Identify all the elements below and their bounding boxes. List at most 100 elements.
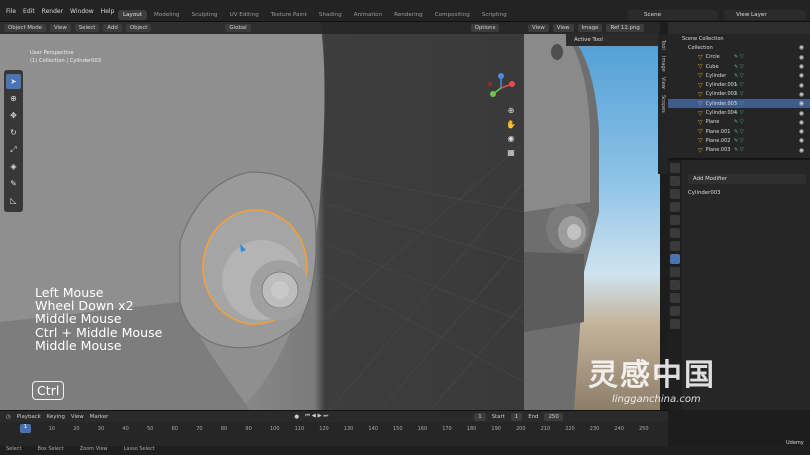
menu-select[interactable]: Select xyxy=(74,24,100,32)
tab-layout[interactable]: Layout xyxy=(118,10,148,20)
ruler-tick-label: 20 xyxy=(73,426,80,432)
tab-scripting[interactable]: Scripting xyxy=(477,10,512,20)
outliner-item[interactable]: ▽ Cube ✎ ▽ ◉ xyxy=(668,62,810,71)
side-tab-scopes[interactable]: Scopes xyxy=(660,95,666,113)
outliner-item[interactable]: ▽ Plane.003 ✎ ▽ ◉ xyxy=(668,146,810,155)
eye-icon[interactable]: ◉ xyxy=(799,54,804,61)
eye-icon[interactable]: ◉ xyxy=(799,91,804,98)
side-tab-view[interactable]: View xyxy=(660,77,666,89)
tab-uv-editing[interactable]: UV Editing xyxy=(225,10,264,20)
start-frame-field[interactable]: 1 xyxy=(510,412,523,421)
tab-texture-paint[interactable]: Texture Paint xyxy=(266,10,312,20)
options-dropdown[interactable]: Options xyxy=(470,24,500,32)
image-menu[interactable]: Image xyxy=(577,24,603,32)
eye-icon[interactable]: ◉ xyxy=(799,44,804,51)
eye-icon[interactable]: ◉ xyxy=(799,110,804,117)
scene-selector[interactable]: Scene xyxy=(628,10,718,20)
camera-view-icon[interactable]: ◉ xyxy=(505,134,517,146)
menu-file[interactable]: File xyxy=(6,8,16,15)
scene-tab-icon[interactable] xyxy=(670,215,680,225)
perspective-grid-icon[interactable]: ▦ xyxy=(505,148,517,160)
side-tab-tool[interactable]: Tool xyxy=(660,40,666,50)
object-tab-icon[interactable] xyxy=(670,241,680,251)
outliner-item[interactable]: ▽ Cylinder.002 ✎ ▽ ◉ xyxy=(668,90,810,99)
zoom-icon[interactable]: ⊕ xyxy=(505,106,517,118)
timeline-editor-icon[interactable]: ◷ xyxy=(6,414,11,420)
tab-compositing[interactable]: Compositing xyxy=(430,10,475,20)
render-tab-icon[interactable] xyxy=(670,176,680,186)
eye-icon[interactable]: ◉ xyxy=(799,63,804,70)
tab-rendering[interactable]: Rendering xyxy=(389,10,428,20)
outliner-item[interactable]: ▽ Cylinder ✎ ▽ ◉ xyxy=(668,71,810,80)
tab-sculpting[interactable]: Sculpting xyxy=(186,10,222,20)
data-tab-icon[interactable] xyxy=(670,306,680,316)
tab-animation[interactable]: Animation xyxy=(349,10,388,20)
cursor-tool-icon[interactable]: ⊕ xyxy=(6,91,21,106)
marker-menu[interactable]: Marker xyxy=(90,414,109,420)
menu-render[interactable]: Render xyxy=(42,8,63,15)
measure-tool-icon[interactable]: ◺ xyxy=(6,193,21,208)
outliner-item-selected[interactable]: ▽ Cylinder.003 ✎ ▽ ◉ xyxy=(668,99,810,109)
modifier-tab-icon[interactable] xyxy=(670,254,680,264)
add-modifier-dropdown[interactable]: Add Modifier xyxy=(688,174,806,184)
constraints-tab-icon[interactable] xyxy=(670,293,680,303)
world-tab-icon[interactable] xyxy=(670,228,680,238)
output-tab-icon[interactable] xyxy=(670,189,680,199)
transform-tool-icon[interactable]: ◈ xyxy=(6,159,21,174)
menu-view[interactable]: View xyxy=(49,24,71,32)
outliner-item[interactable]: ▽ Plane.002 ✎ ▽ ◉ xyxy=(668,136,810,145)
eye-icon[interactable]: ◉ xyxy=(799,128,804,135)
navigation-gizmo-icon[interactable] xyxy=(485,72,517,104)
outliner-item[interactable]: ▽ Cylinder.004 ✎ ▽ ◉ xyxy=(668,108,810,117)
eye-icon[interactable]: ◉ xyxy=(799,137,804,144)
particles-tab-icon[interactable] xyxy=(670,267,680,277)
image-view-menu[interactable]: View xyxy=(552,24,574,32)
timeline-ruler[interactable]: 0102030405060708090100110120130140150160… xyxy=(0,424,668,434)
view-layer-tab-icon[interactable] xyxy=(670,202,680,212)
object-mode-dropdown[interactable]: Object Mode xyxy=(4,24,46,32)
timeline-view-menu[interactable]: View xyxy=(71,414,84,420)
eye-icon[interactable]: ◉ xyxy=(799,100,804,107)
image-name-field[interactable]: Ref 12.png xyxy=(606,24,644,32)
image-view-dropdown[interactable]: View xyxy=(528,24,549,32)
outliner-item[interactable]: ▽ Circle ✎ ▽ ◉ xyxy=(668,53,810,62)
outliner-item[interactable]: ▽ Plane ✎ ▽ ◉ xyxy=(668,118,810,127)
side-tab-image[interactable]: Image xyxy=(660,56,666,72)
outliner-item[interactable]: ▽ Cylinder.001 ✎ ▽ ◉ xyxy=(668,80,810,89)
menu-window[interactable]: Window xyxy=(70,8,94,15)
move-tool-icon[interactable]: ✥ xyxy=(6,108,21,123)
keying-menu[interactable]: Keying xyxy=(47,414,65,420)
pan-hand-icon[interactable]: ✋ xyxy=(505,120,517,132)
physics-tab-icon[interactable] xyxy=(670,280,680,290)
modifier-icons: ✎ ▽ xyxy=(734,119,744,126)
eye-icon[interactable]: ◉ xyxy=(799,82,804,89)
rotate-tool-icon[interactable]: ↻ xyxy=(6,125,21,140)
current-frame-field[interactable]: 1 xyxy=(474,412,486,421)
eye-icon[interactable]: ◉ xyxy=(799,72,804,79)
menu-help[interactable]: Help xyxy=(101,8,115,15)
outliner-scene-collection[interactable]: Scene Collection xyxy=(668,34,810,43)
outliner-item[interactable]: ▽ Plane.001 ✎ ▽ ◉ xyxy=(668,127,810,136)
tool-tab-icon[interactable] xyxy=(670,163,680,173)
menu-object[interactable]: Object xyxy=(125,24,152,32)
view-layer-selector[interactable]: View Layer xyxy=(724,10,806,20)
playback-menu[interactable]: Playback xyxy=(17,414,41,420)
menu-edit[interactable]: Edit xyxy=(23,8,35,15)
end-frame-field[interactable]: 250 xyxy=(544,412,563,421)
annotate-tool-icon[interactable]: ✎ xyxy=(6,176,21,191)
tab-modeling[interactable]: Modeling xyxy=(149,10,184,20)
active-tool-panel[interactable]: Active Tool xyxy=(566,34,660,46)
orientation-dropdown[interactable]: Global xyxy=(225,24,251,32)
tab-shading[interactable]: Shading xyxy=(314,10,347,20)
playhead[interactable]: 1 xyxy=(20,424,31,433)
menu-add[interactable]: Add xyxy=(103,24,122,32)
playback-controls-icon[interactable]: ⏮ ◀ ▶ ⏭ xyxy=(305,413,328,420)
eye-icon[interactable]: ◉ xyxy=(799,147,804,154)
material-tab-icon[interactable] xyxy=(670,319,680,329)
record-icon[interactable]: ● xyxy=(294,414,299,420)
3d-viewport[interactable]: Object Mode View Select Add Object Globa… xyxy=(0,22,524,410)
outliner-collection[interactable]: Collection ◉ xyxy=(668,43,810,52)
select-tool-icon[interactable]: ➤ xyxy=(6,74,21,89)
eye-icon[interactable]: ◉ xyxy=(799,119,804,126)
scale-tool-icon[interactable]: ⤢ xyxy=(6,142,21,157)
